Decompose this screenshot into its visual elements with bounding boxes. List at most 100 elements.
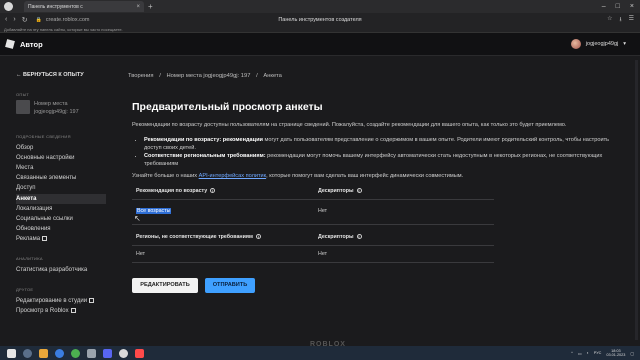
user-menu[interactable]: jogjeogjp49gj ▾ — [570, 39, 640, 49]
clock[interactable]: 18:03 03.01.2023 — [606, 349, 625, 358]
lock-icon: 🔒 — [35, 16, 42, 23]
sidebar-item-access[interactable]: Доступ — [16, 183, 106, 193]
sidebar-item-social-links[interactable]: Социальные ссылки — [16, 214, 106, 224]
divider — [132, 224, 494, 225]
discord-icon[interactable] — [103, 348, 112, 358]
username: jogjeogjp49gj — [585, 41, 619, 47]
table-header: Дескрипторы i — [318, 188, 362, 194]
divider — [132, 245, 494, 246]
system-tray: ^ ▭ ◖ РУС 18:03 03.01.2023 ▢ — [571, 349, 640, 358]
bullet-list: Рекомендации по возрасту: рекомендации м… — [144, 137, 622, 169]
age-recommendation-table: Рекомендация по возрасту i Дескрипторы i В… — [132, 188, 494, 214]
media-icon[interactable] — [135, 348, 144, 358]
bullet-regional-compliance: Соответствие региональным требованиям: р… — [144, 153, 622, 168]
learn-more-text: Узнайте больше о наших API-интерфейсах п… — [132, 173, 464, 179]
browser-tabbar: Панель инструментов с × + – □ × — [0, 0, 640, 13]
maximize-icon[interactable]: □ — [616, 3, 620, 10]
sidebar-item-questionnaire[interactable]: Анкета — [16, 194, 106, 204]
app-icon[interactable] — [87, 348, 96, 358]
sidebar-item-developer-stats[interactable]: Статистика разработчика — [16, 265, 106, 275]
chrome-icon[interactable] — [71, 348, 80, 358]
main-content: Творения / Номер места jogjeogjp49gj: 19… — [110, 56, 640, 348]
minimize-icon[interactable]: – — [602, 3, 606, 10]
back-to-experience-link[interactable]: ← ВЕРНУТЬСЯ К ОПЫТУ — [16, 72, 84, 78]
close-window-icon[interactable]: × — [630, 3, 634, 10]
regions-value: Нет — [136, 251, 146, 257]
browser-tab[interactable]: Панель инструментов с × — [24, 1, 144, 12]
divider — [132, 199, 494, 200]
breadcrumb-place[interactable]: Номер места jogjeogjp49gj: 197 — [166, 73, 250, 79]
back-arrow-icon[interactable]: ‹ — [5, 16, 7, 24]
place-id: jogjeogjp49gj: 197 — [34, 109, 79, 115]
table-header: Дескрипторы i — [318, 234, 362, 240]
close-tab-icon[interactable]: × — [136, 4, 140, 10]
descriptors-value: Нет — [318, 208, 328, 214]
breadcrumb-current: Анкета — [263, 73, 282, 79]
section-label-analytics: АНАЛИТИКА — [16, 256, 43, 261]
url-field[interactable]: 🔒 create.roblox.com — [36, 17, 90, 23]
bookmark-icon[interactable]: ☆ — [607, 15, 612, 25]
info-icon[interactable]: i — [255, 234, 261, 240]
section-label-other: ДРУГОЕ — [16, 287, 34, 292]
regions-table: Регионы, не соответствующие требованиям i… — [132, 234, 494, 260]
tab-title: Панель инструментов с — [28, 3, 83, 10]
notification-icon[interactable]: ▢ — [630, 351, 634, 356]
file-explorer-icon[interactable] — [39, 348, 48, 358]
search-icon[interactable] — [23, 348, 32, 358]
roblox-logo-icon[interactable] — [5, 39, 15, 49]
language-indicator[interactable]: РУС — [594, 351, 602, 355]
place-card[interactable]: Номер места jogjeogjp49gj: 197 — [16, 100, 79, 116]
window-controls: – □ × — [602, 3, 640, 10]
policy-api-link[interactable]: API-интерфейсах политик — [199, 173, 266, 179]
sidebar-item-ads[interactable]: Реклама — [16, 234, 106, 244]
new-tab-icon[interactable]: + — [148, 2, 153, 11]
external-link-icon — [70, 307, 76, 313]
bullet-age-recommendation: Рекомендации по возрасту: рекомендации м… — [144, 137, 622, 152]
sidebar-item-overview[interactable]: Обзор — [16, 143, 106, 153]
edge-icon[interactable] — [55, 348, 64, 358]
start-icon[interactable] — [7, 348, 16, 358]
external-link-icon — [89, 297, 95, 303]
breadcrumb-separator: / — [256, 73, 258, 79]
submit-button[interactable]: ОТПРАВИТЬ — [205, 278, 255, 293]
info-icon[interactable]: i — [356, 234, 362, 240]
sidebar-item-view-on-roblox[interactable]: Просмотр в Roblox — [16, 306, 106, 316]
browser-icon[interactable] — [119, 348, 128, 358]
table-header: Регионы, не соответствующие требованиям i — [136, 234, 261, 240]
table-header: Рекомендация по возрасту i — [136, 188, 216, 194]
sidebar: ← ВЕРНУТЬСЯ К ОПЫТУ ОПЫТ Номер места jog… — [0, 56, 110, 346]
section-label-experience: ОПЫТ — [16, 92, 30, 97]
scrollbar[interactable] — [635, 60, 638, 340]
app-name: Автор — [20, 39, 43, 49]
download-icon[interactable]: ⭳ — [620, 15, 622, 25]
edit-button[interactable]: РЕДАКТИРОВАТЬ — [132, 278, 198, 293]
reload-icon[interactable]: ↻ — [22, 16, 28, 24]
place-thumbnail — [16, 100, 30, 114]
sidebar-item-basic-settings[interactable]: Основные настройки — [16, 153, 106, 163]
place-name: Номер места — [34, 101, 68, 107]
page-title-chrome: Панель инструментов создателя — [278, 16, 362, 23]
info-icon[interactable]: i — [356, 188, 362, 194]
section-label-basic: ПОДРОБНЫЕ СВЕДЕНИЯ — [16, 134, 71, 139]
app-header: Автор jogjeogjp49gj ▾ — [0, 33, 640, 56]
intro-text: Рекомендации по возрасту доступны пользо… — [132, 122, 567, 128]
address-bar: ‹ › ↻ 🔒 create.roblox.com Панель инструм… — [0, 13, 640, 26]
sidebar-item-localization[interactable]: Локализация — [16, 204, 106, 214]
os-taskbar: ^ ▭ ◖ РУС 18:03 03.01.2023 ▢ — [0, 346, 640, 360]
breadcrumb-creations[interactable]: Творения — [128, 73, 154, 79]
browser-logo-icon[interactable] — [4, 2, 13, 11]
avatar — [570, 39, 581, 49]
forward-arrow-icon[interactable]: › — [13, 16, 15, 24]
info-icon[interactable]: i — [210, 188, 216, 194]
menu-icon[interactable]: ☰ — [629, 15, 634, 25]
divider — [132, 262, 494, 263]
sidebar-item-associated-items[interactable]: Связанные элементы — [16, 173, 106, 183]
volume-icon[interactable]: ◖ — [586, 351, 588, 355]
sidebar-item-updates[interactable]: Обновления — [16, 224, 106, 234]
external-link-icon — [42, 235, 48, 241]
sidebar-item-places[interactable]: Места — [16, 163, 106, 173]
network-icon[interactable]: ▭ — [578, 351, 582, 356]
sidebar-item-edit-in-studio[interactable]: Редактирование в студии — [16, 296, 106, 306]
chevron-up-icon[interactable]: ^ — [571, 351, 573, 355]
page-title: Предварительный просмотр анкеты — [132, 101, 323, 113]
